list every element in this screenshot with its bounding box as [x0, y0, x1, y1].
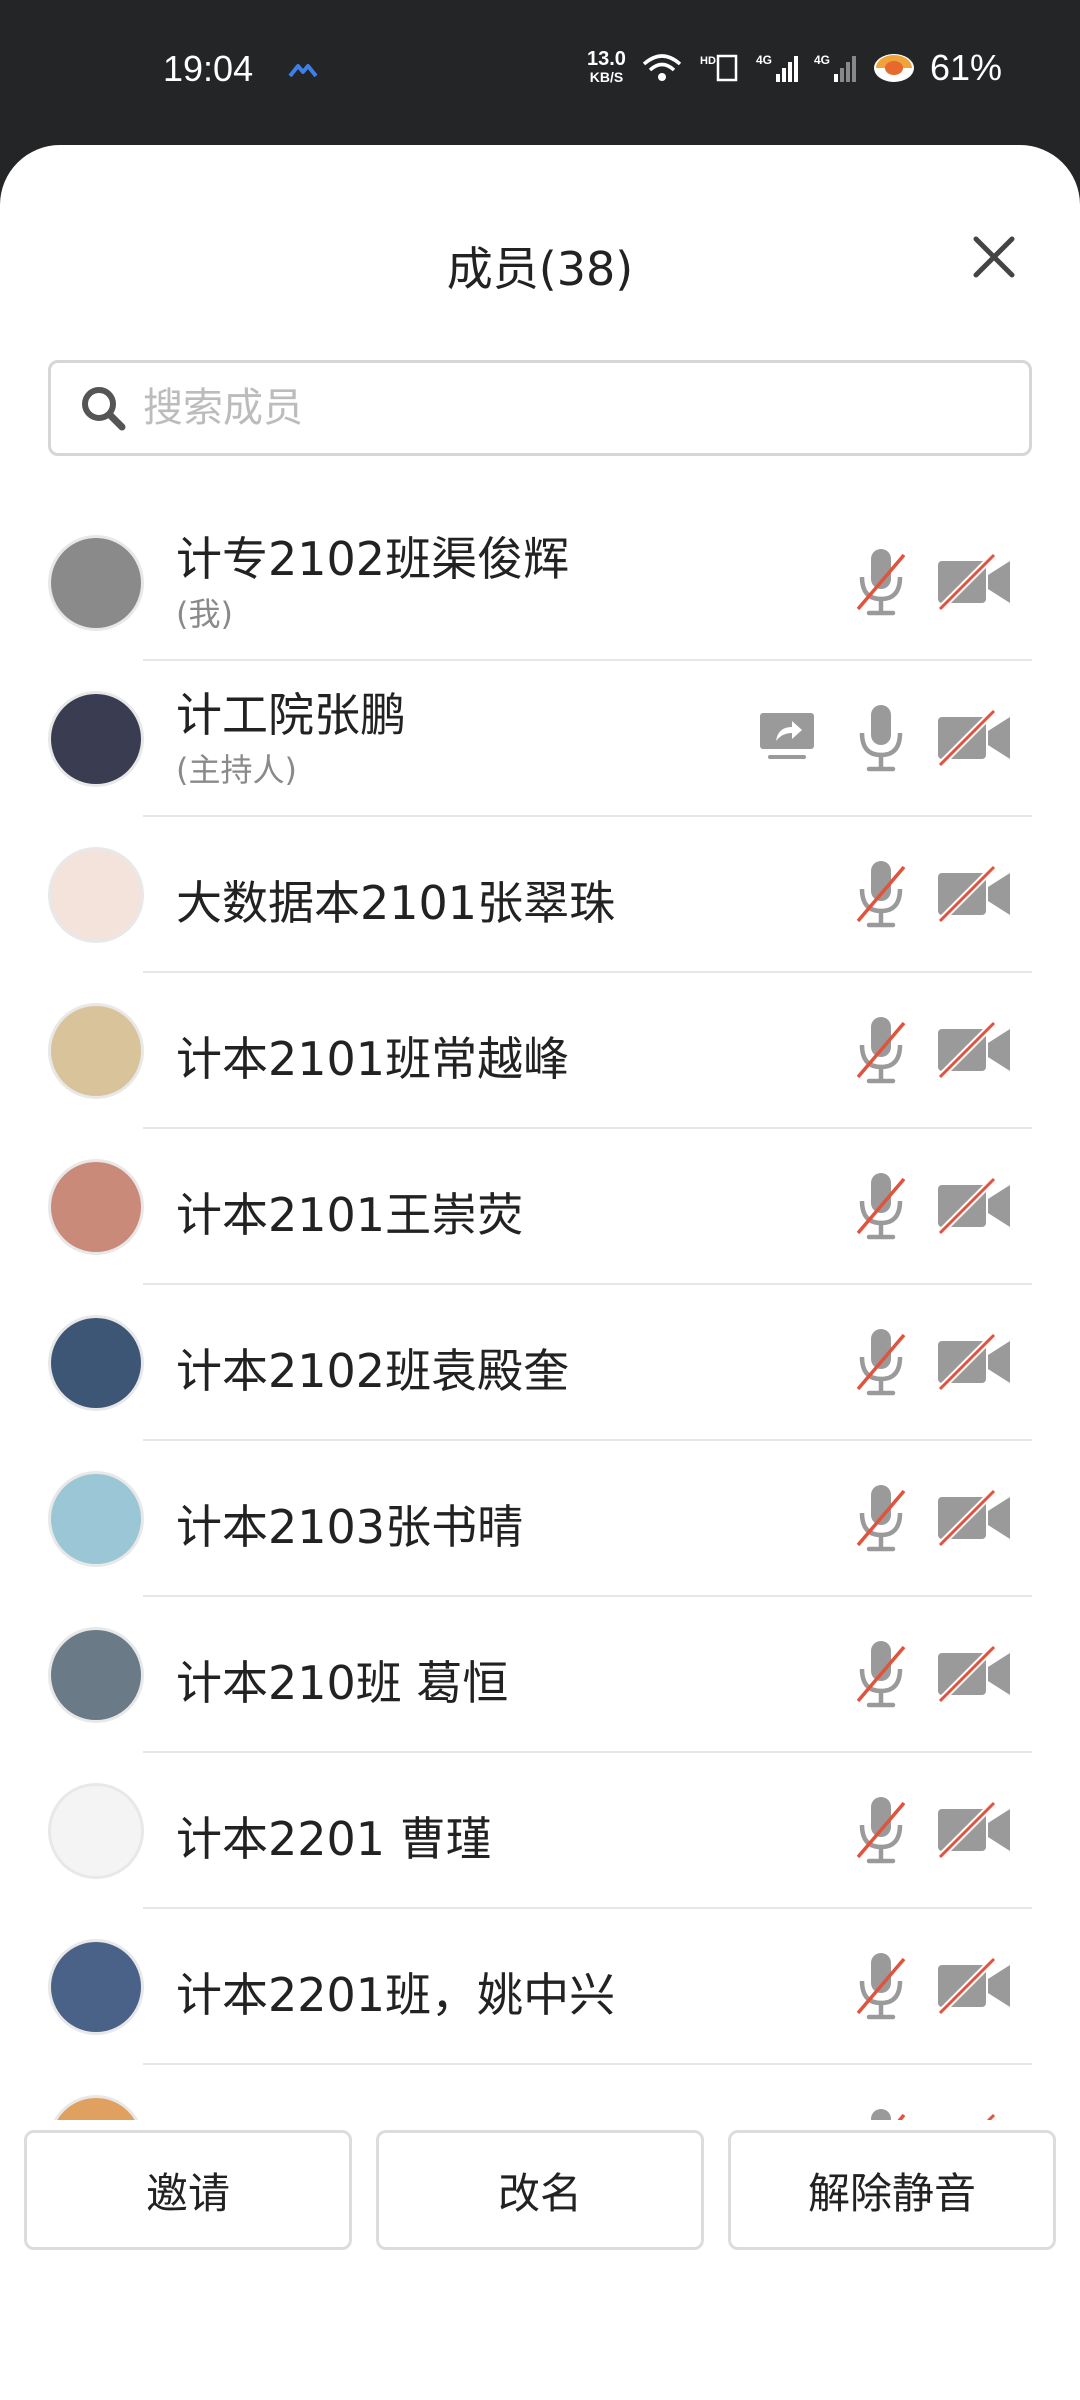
status-right: 13.0 KB/S HD 4G 4G 61% [587, 44, 1002, 92]
member-avatar [48, 1939, 144, 2035]
camera-off-icon[interactable] [936, 1488, 1012, 1548]
member-name: 计本2101班常越峰 [176, 1032, 570, 1086]
mic-muted-icon[interactable] [852, 859, 910, 931]
bottom-actions: 邀请 改名 解除静音 [0, 2130, 1080, 2260]
member-row[interactable]: 计本2101王崇荧 [0, 1129, 1080, 1285]
mic-icon[interactable] [852, 703, 910, 775]
member-avatar [48, 1315, 144, 1411]
camera-off-icon[interactable] [936, 1020, 1012, 1080]
screen-share-icon [758, 711, 816, 761]
member-name: 计本2201 曹瑾 [176, 1812, 492, 1866]
member-avatar [48, 1783, 144, 1879]
status-time: 19:04 [163, 48, 254, 89]
member-row[interactable]: 计本2103张书晴 [0, 1441, 1080, 1597]
svg-text:4G: 4G [756, 53, 772, 67]
member-name: 计本2201班，姚中兴 [176, 1968, 616, 2022]
camera-off-icon[interactable] [936, 864, 1012, 924]
rename-button[interactable]: 改名 [376, 2130, 704, 2250]
camera-off-icon[interactable] [936, 1176, 1012, 1236]
signal-4g-icon: 4G [756, 53, 798, 82]
invite-button[interactable]: 邀请 [24, 2130, 352, 2250]
camera-off-icon[interactable] [936, 1332, 1012, 1392]
member-search-box[interactable] [48, 360, 1032, 456]
mic-muted-icon[interactable] [852, 1483, 910, 1555]
mic-muted-icon[interactable] [852, 547, 910, 619]
member-row[interactable]: 大数据本2101张翠珠 [0, 817, 1080, 973]
member-row[interactable]: 计本2201 曹瑾 [0, 1753, 1080, 1909]
member-avatar [48, 1159, 144, 1255]
member-avatar [48, 847, 144, 943]
mic-muted-icon[interactable] [852, 1639, 910, 1711]
camera-off-icon[interactable] [936, 708, 1012, 768]
member-role: (主持人) [176, 751, 297, 789]
member-row[interactable]: 计本2101班常越峰 [0, 973, 1080, 1129]
member-avatar [48, 1627, 144, 1723]
member-name: 计本210班 葛恒 [176, 1656, 509, 1710]
mic-muted-icon[interactable] [852, 1015, 910, 1087]
member-name: 计本2103张书晴 [176, 1500, 524, 1554]
unmute-all-button[interactable]: 解除静音 [728, 2130, 1056, 2250]
member-name: 计本2102班袁殿奎 [176, 1344, 570, 1398]
mic-muted-icon[interactable] [852, 1795, 910, 1867]
member-row[interactable] [0, 2065, 1080, 2120]
battery-icon [873, 54, 914, 82]
svg-text:4G: 4G [814, 53, 830, 67]
member-row[interactable]: 计工院张鹏 (主持人) [0, 661, 1080, 817]
mic-muted-icon[interactable] [852, 1171, 910, 1243]
camera-off-icon[interactable] [936, 1956, 1012, 2016]
sheet-title: 成员(38) [446, 242, 634, 296]
member-avatar [48, 2095, 144, 2120]
member-list[interactable]: 计专2102班渠俊辉 (我) 计工院张鹏 (主持人) 大数据本2101张翠珠 计… [0, 505, 1080, 2120]
app-notification-icon [288, 64, 318, 78]
signal-4g-icon: 4G [814, 53, 856, 82]
member-name: 计本2101王崇荧 [176, 1188, 524, 1242]
member-name: 计工院张鹏 [176, 688, 406, 742]
member-role: (我) [176, 595, 233, 633]
mic-muted-icon[interactable] [852, 1951, 910, 2023]
member-avatar [48, 535, 144, 631]
member-name: 计专2102班渠俊辉 [176, 532, 570, 586]
member-name: 大数据本2101张翠珠 [176, 876, 616, 930]
wifi-icon [642, 54, 682, 81]
network-speed: 13.0 KB/S [587, 48, 626, 85]
member-row[interactable]: 计本2102班袁殿奎 [0, 1285, 1080, 1441]
camera-off-icon[interactable] [936, 1800, 1012, 1860]
mic-muted-icon[interactable] [852, 1327, 910, 1399]
member-avatar [48, 691, 144, 787]
battery-percentage: 61% [929, 47, 1002, 88]
hd-icon: HD [700, 54, 738, 82]
search-icon [82, 387, 126, 431]
status-bar: 19:04 13.0 KB/S HD 4G 4G 61% [0, 0, 1080, 145]
svg-text:HD: HD [700, 55, 716, 67]
camera-off-icon[interactable] [936, 552, 1012, 612]
member-row[interactable]: 计本2201班，姚中兴 [0, 1909, 1080, 2065]
member-avatar [48, 1471, 144, 1567]
camera-off-icon[interactable] [936, 2112, 1012, 2120]
member-row[interactable]: 计专2102班渠俊辉 (我) [0, 505, 1080, 661]
member-avatar [48, 1003, 144, 1099]
camera-off-icon[interactable] [936, 1644, 1012, 1704]
member-row[interactable]: 计本210班 葛恒 [0, 1597, 1080, 1753]
close-icon[interactable] [964, 227, 1024, 287]
mic-muted-icon[interactable] [852, 2107, 910, 2120]
member-search-input[interactable] [143, 385, 963, 431]
members-sheet: 成员(38) 计专2102班渠俊辉 (我) 计工院张鹏 (主持人) [0, 145, 1080, 2400]
